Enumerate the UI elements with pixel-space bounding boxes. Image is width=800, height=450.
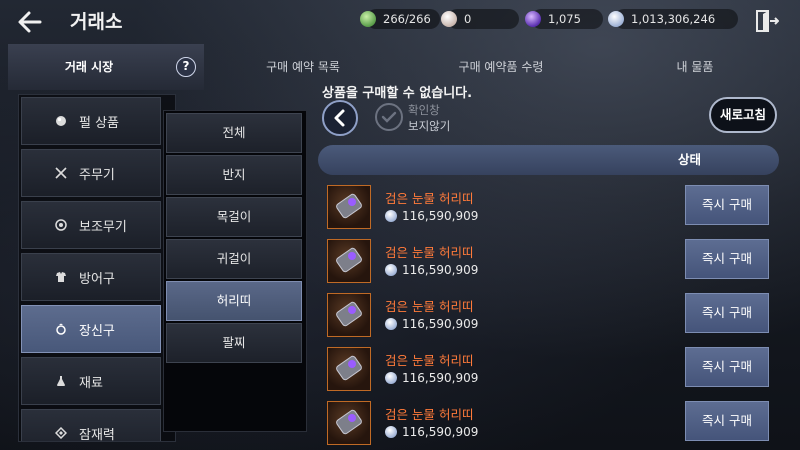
silver-coin-icon [385,210,397,222]
belt-item-icon[interactable] [327,185,371,229]
item-price: 116,590,909 [385,425,478,439]
belt-icon [336,409,362,435]
item-price: 116,590,909 [385,317,478,331]
belt-icon [336,301,362,327]
belt-item-icon[interactable] [327,293,371,337]
item-list: 검은 눈물 허리띠 116,590,909 즉시 구매 검은 눈물 허리띠 11… [0,0,800,450]
belt-item-icon[interactable] [327,239,371,283]
belt-icon [336,193,362,219]
item-price-value: 116,590,909 [402,317,479,331]
instant-buy-button[interactable]: 즉시 구매 [685,185,769,225]
instant-buy-button[interactable]: 즉시 구매 [685,239,769,279]
silver-coin-icon [385,372,397,384]
silver-coin-icon [385,318,397,330]
item-price-value: 116,590,909 [402,425,479,439]
belt-item-icon[interactable] [327,347,371,391]
belt-icon [336,247,362,273]
list-item: 검은 눈물 허리띠 116,590,909 즉시 구매 [322,401,777,447]
list-item: 검은 눈물 허리띠 116,590,909 즉시 구매 [322,347,777,393]
item-name: 검은 눈물 허리띠 [385,353,474,368]
belt-item-icon[interactable] [327,401,371,445]
item-price-value: 116,590,909 [402,263,479,277]
list-item: 검은 눈물 허리띠 116,590,909 즉시 구매 [322,239,777,285]
silver-coin-icon [385,426,397,438]
item-name: 검은 눈물 허리띠 [385,245,474,260]
item-price: 116,590,909 [385,371,478,385]
instant-buy-button[interactable]: 즉시 구매 [685,401,769,441]
list-item: 검은 눈물 허리띠 116,590,909 즉시 구매 [322,293,777,339]
instant-buy-button[interactable]: 즉시 구매 [685,293,769,333]
item-price: 116,590,909 [385,263,478,277]
item-name: 검은 눈물 허리띠 [385,407,474,422]
item-name: 검은 눈물 허리띠 [385,191,474,206]
belt-icon [336,355,362,381]
item-price-value: 116,590,909 [402,371,479,385]
item-name: 검은 눈물 허리띠 [385,299,474,314]
item-price: 116,590,909 [385,209,478,223]
list-item: 검은 눈물 허리띠 116,590,909 즉시 구매 [322,185,777,231]
silver-coin-icon [385,264,397,276]
instant-buy-button[interactable]: 즉시 구매 [685,347,769,387]
item-price-value: 116,590,909 [402,209,479,223]
